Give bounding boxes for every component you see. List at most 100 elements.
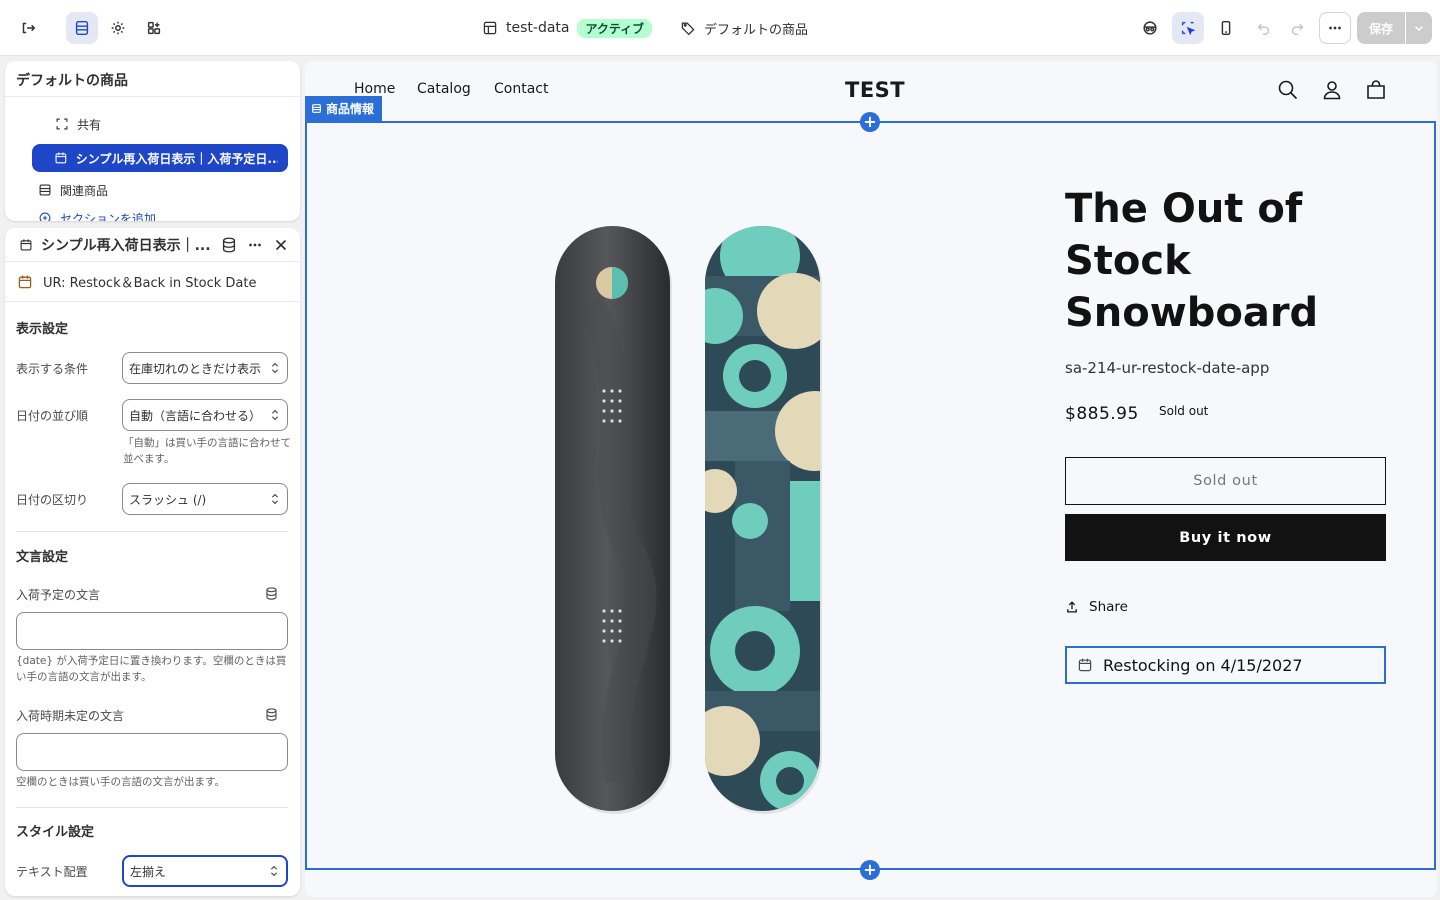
- dynamic-source-icon[interactable]: [264, 586, 279, 601]
- ellipsis-icon[interactable]: [246, 236, 264, 254]
- section-tag-label: 商品情報: [326, 102, 375, 116]
- alignment-select[interactable]: 左揃え: [122, 855, 288, 887]
- condition-label: 表示する条件: [16, 362, 89, 376]
- account-icon[interactable]: [1320, 78, 1344, 102]
- separator-select[interactable]: スラッシュ (/): [122, 483, 288, 515]
- calendar-icon: [55, 152, 67, 164]
- inspector-icon[interactable]: [1134, 12, 1166, 44]
- select-arrows-icon: [271, 493, 279, 505]
- sold-out-button[interactable]: Sold out: [1065, 457, 1386, 505]
- alignment-value: 左揃え: [130, 864, 167, 879]
- redo-icon[interactable]: [1281, 12, 1313, 44]
- cart-icon[interactable]: [1364, 78, 1388, 102]
- nav-contact[interactable]: Contact: [494, 81, 548, 97]
- gear-icon[interactable]: [102, 12, 134, 44]
- app-info-row: UR: Restock＆Back in Stock Date: [5, 262, 300, 302]
- section-tag: 商品情報: [305, 96, 383, 121]
- tree-item-restock-app[interactable]: シンプル再入荷日表示｜入荷予定日...: [32, 144, 288, 172]
- calendar-icon: [20, 238, 32, 250]
- ellipsis-icon: [1329, 26, 1341, 30]
- block-settings-panel: シンプル再入荷日表示｜... UR: Restock＆Back in Stock…: [5, 228, 300, 896]
- nav-home[interactable]: Home: [354, 81, 395, 97]
- share-label: Share: [1089, 599, 1128, 615]
- app-name: UR: Restock＆Back in Stock Date: [43, 276, 257, 291]
- mobile-icon[interactable]: [1210, 12, 1242, 44]
- expected-text-label: 入荷予定の文言: [16, 588, 101, 602]
- undecided-text-label: 入荷時期未定の文言: [16, 709, 125, 723]
- divider: [16, 807, 288, 808]
- template-name: デフォルトの商品: [704, 22, 809, 38]
- select-arrows-icon: [271, 362, 279, 374]
- nav-catalog[interactable]: Catalog: [417, 81, 471, 97]
- calendar-icon: [1078, 658, 1092, 672]
- undo-icon[interactable]: [1248, 12, 1280, 44]
- chevron-down-icon: [1415, 26, 1423, 32]
- tree-title: デフォルトの商品: [5, 61, 300, 97]
- add-section-label: セクションを追加: [60, 211, 157, 222]
- add-section-above-icon[interactable]: +: [860, 112, 880, 132]
- store-preview: Home Catalog Contact TEST 商品情報 + + The O…: [305, 61, 1437, 897]
- plus-circle-icon: [39, 212, 51, 221]
- theme-name: test-data: [506, 20, 570, 36]
- style-section-title: スタイル設定: [16, 825, 95, 840]
- restock-date-block[interactable]: Restocking on 4/15/2027: [1065, 646, 1386, 684]
- select-arrows-icon: [271, 409, 279, 421]
- close-icon[interactable]: [272, 236, 290, 254]
- separator-value: スラッシュ (/): [129, 492, 207, 507]
- separator-label: 日付の区切り: [16, 493, 89, 507]
- product-price: $885.95: [1065, 404, 1139, 424]
- condition-value: 在庫切れのときだけ表示: [129, 361, 262, 376]
- share-button[interactable]: Share: [1065, 599, 1128, 615]
- store-logo[interactable]: TEST: [845, 78, 905, 102]
- display-section-title: 表示設定: [16, 322, 69, 337]
- database-icon[interactable]: [220, 236, 238, 254]
- status-badge: アクティブ: [577, 18, 653, 38]
- text-section-title: 文言設定: [16, 550, 69, 565]
- date-order-select[interactable]: 自動（言語に合わせる）: [122, 399, 288, 431]
- section-tree-panel: デフォルトの商品 共有 シンプル再入荷日表示｜入荷予定日... 関連商品 セクシ…: [5, 61, 300, 221]
- tag-icon: [681, 22, 695, 36]
- restock-text: Restocking on 4/15/2027: [1103, 655, 1303, 675]
- app-calendar-icon: [18, 275, 32, 288]
- expected-text-input[interactable]: [16, 612, 288, 650]
- block-icon: [56, 118, 68, 130]
- theme-selector[interactable]: test-data アクティブ: [482, 16, 653, 40]
- share-icon: [1067, 601, 1077, 613]
- template-selector[interactable]: デフォルトの商品: [680, 16, 808, 40]
- dynamic-source-icon[interactable]: [264, 707, 279, 722]
- tree-item-label: 共有: [77, 117, 102, 132]
- more-actions-button[interactable]: [1319, 12, 1351, 44]
- layout-icon: [483, 21, 497, 35]
- product-title: The Out of Stock Snowboard: [1065, 186, 1319, 336]
- product-image: [555, 226, 822, 814]
- editor-topbar: test-data アクティブ デフォルトの商品 保存: [0, 0, 1440, 56]
- divider: [16, 531, 288, 532]
- undecided-text-input[interactable]: [16, 733, 288, 771]
- exit-icon[interactable]: [12, 12, 44, 44]
- tree-item-label: 関連商品: [60, 183, 109, 198]
- tree-item-label: シンプル再入荷日表示｜入荷予定日...: [75, 151, 278, 166]
- sold-out-badge: Sold out: [1159, 404, 1209, 418]
- section-icon: [39, 184, 51, 196]
- search-icon[interactable]: [1276, 78, 1300, 102]
- section-icon: [312, 104, 321, 113]
- condition-select[interactable]: 在庫切れのときだけ表示: [122, 352, 288, 384]
- expected-text-help: {date} が入荷予定日に置き換わります。空欄のときは買い手の言語の文言が出ま…: [16, 655, 287, 683]
- date-order-label: 日付の並び順: [16, 409, 89, 423]
- add-section-below-icon[interactable]: +: [860, 860, 880, 880]
- buy-now-button[interactable]: Buy it now: [1065, 514, 1386, 561]
- date-order-help: 「自動」は買い手の言語に合わせて並べます。: [123, 437, 291, 465]
- tree-item-related[interactable]: 関連商品: [38, 176, 108, 204]
- date-order-value: 自動（言語に合わせる）: [129, 408, 262, 423]
- undecided-text-help: 空欄のときは買い手の言語の文言が出ます。: [16, 776, 225, 788]
- add-section-button[interactable]: セクションを追加: [38, 204, 156, 221]
- select-arrows-icon: [270, 865, 278, 877]
- tree-item-shared[interactable]: 共有: [55, 110, 101, 138]
- sections-icon[interactable]: [66, 12, 98, 44]
- select-cursor-icon[interactable]: [1172, 12, 1204, 44]
- save-button[interactable]: 保存: [1357, 12, 1405, 44]
- apps-icon[interactable]: [138, 12, 170, 44]
- settings-title: シンプル再入荷日表示｜...: [41, 237, 211, 254]
- settings-header: シンプル再入荷日表示｜...: [5, 228, 300, 262]
- save-options-button[interactable]: [1406, 12, 1432, 44]
